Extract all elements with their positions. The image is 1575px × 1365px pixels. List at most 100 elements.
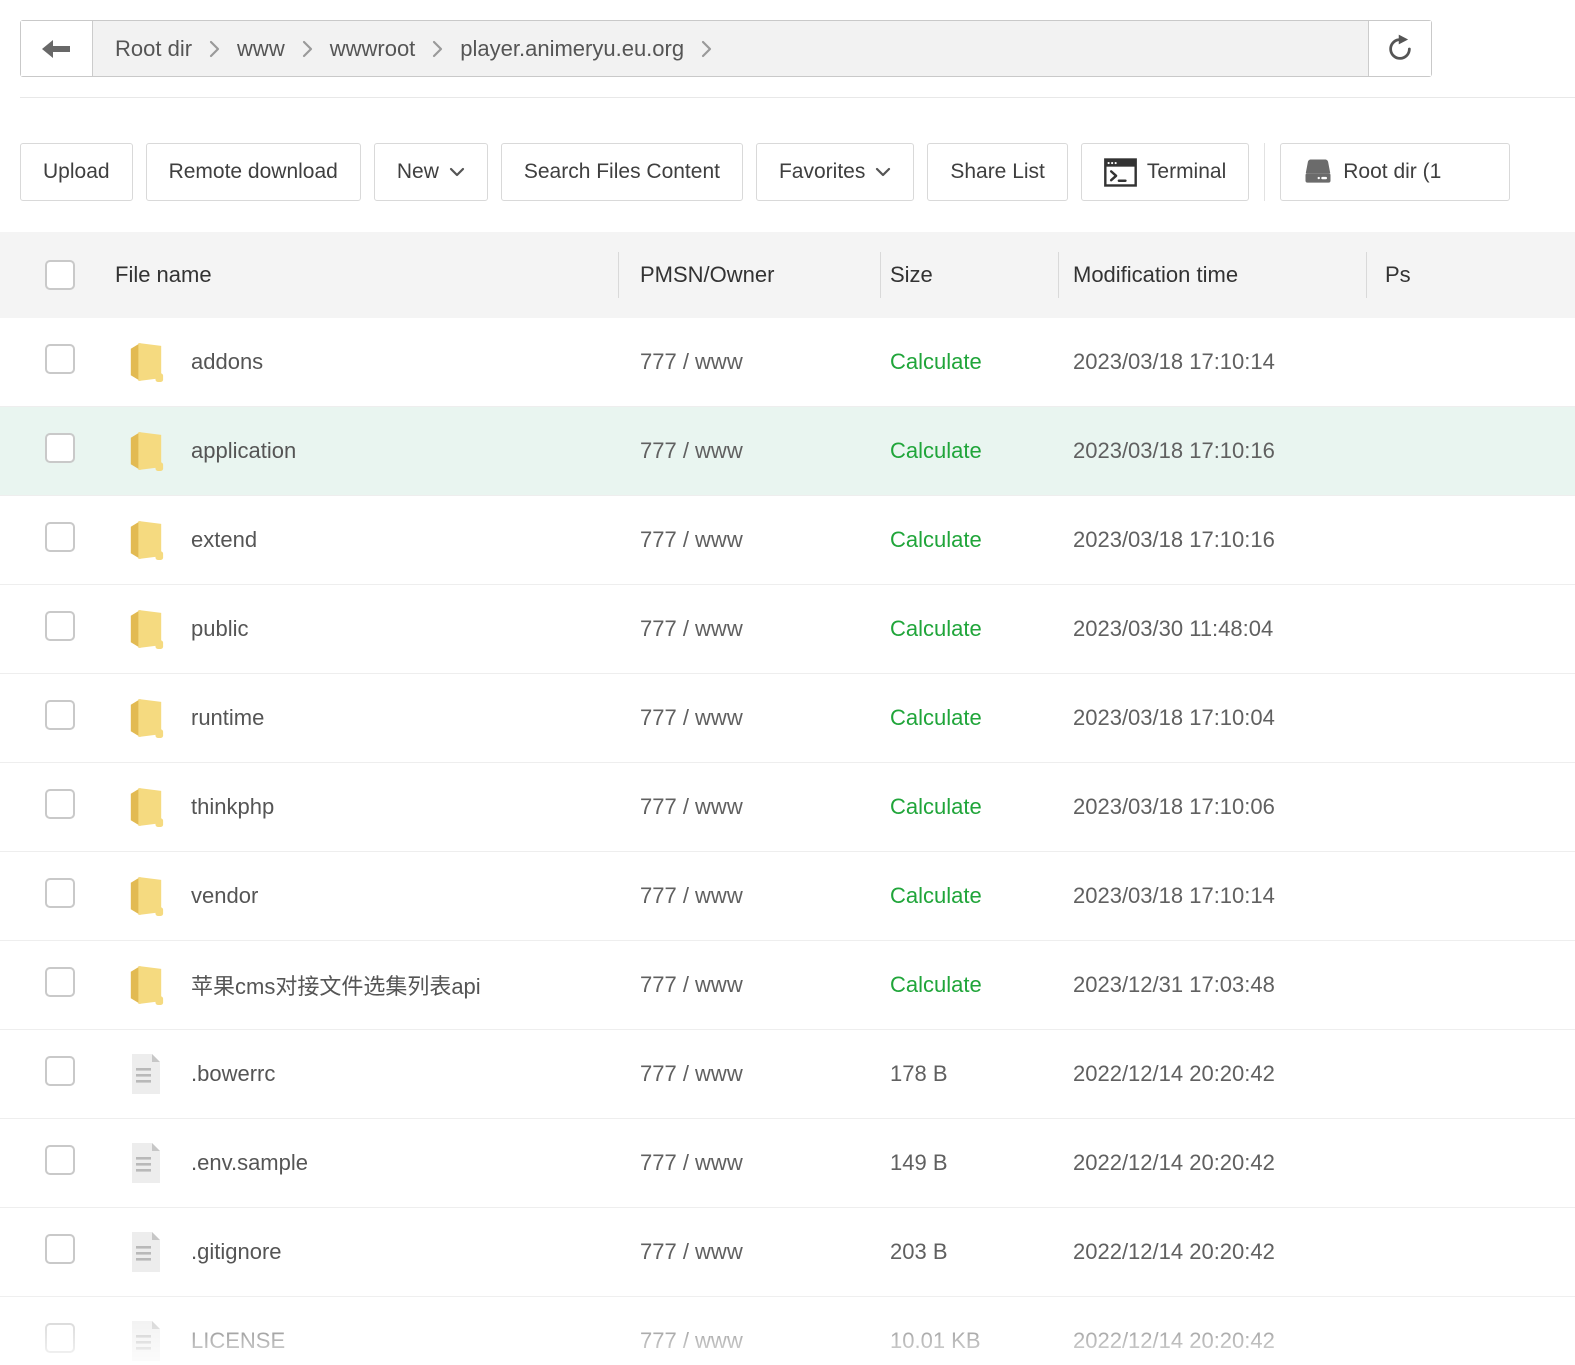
- search-files-content-label: Search Files Content: [524, 160, 720, 184]
- breadcrumb-item[interactable]: www: [237, 36, 285, 62]
- pmsn-owner-value: 777 / www: [618, 705, 880, 731]
- breadcrumb-item[interactable]: player.animeryu.eu.org: [460, 36, 684, 62]
- modification-time-value: 2023/12/31 17:03:48: [1058, 972, 1366, 998]
- row-checkbox[interactable]: [45, 522, 75, 552]
- chevron-down-icon: [449, 167, 465, 177]
- table-row[interactable]: .bowerrc 777 / www 178 B 2022/12/14 20:2…: [0, 1030, 1575, 1119]
- breadcrumb-item[interactable]: wwwroot: [330, 36, 416, 62]
- table-row[interactable]: addons 777 / www Calculate 2023/03/18 17…: [0, 318, 1575, 407]
- pmsn-owner-value: 777 / www: [618, 1061, 880, 1087]
- modification-time-value: 2022/12/14 20:20:42: [1058, 1150, 1366, 1176]
- calculate-size-link[interactable]: Calculate: [890, 616, 982, 641]
- table-row[interactable]: thinkphp 777 / www Calculate 2023/03/18 …: [0, 763, 1575, 852]
- file-name-link[interactable]: .bowerrc: [191, 1061, 275, 1087]
- table-row[interactable]: 苹果cms对接文件选集列表api 777 / www Calculate 202…: [0, 941, 1575, 1030]
- new-button[interactable]: New: [374, 143, 488, 201]
- folder-icon: [127, 696, 165, 740]
- file-table-body: addons 777 / www Calculate 2023/03/18 17…: [0, 318, 1575, 1365]
- table-row[interactable]: LICENSE 777 / www 10.01 KB 2022/12/14 20…: [0, 1297, 1575, 1365]
- remote-download-button[interactable]: Remote download: [146, 143, 361, 201]
- calculate-size-link[interactable]: Calculate: [890, 438, 982, 463]
- row-checkbox[interactable]: [45, 789, 75, 819]
- file-name-link[interactable]: thinkphp: [191, 794, 274, 820]
- modification-time-value: 2023/03/18 17:10:14: [1058, 349, 1366, 375]
- file-name-link[interactable]: addons: [191, 349, 263, 375]
- toolbar-divider: [1264, 143, 1265, 201]
- file-type-icon-slot: [127, 1142, 165, 1184]
- table-row[interactable]: .gitignore 777 / www 203 B 2022/12/14 20…: [0, 1208, 1575, 1297]
- table-row[interactable]: public 777 / www Calculate 2023/03/30 11…: [0, 585, 1575, 674]
- row-checkbox[interactable]: [45, 1056, 75, 1086]
- favorites-button[interactable]: Favorites: [756, 143, 914, 201]
- header-separator: [20, 97, 1575, 98]
- table-row[interactable]: extend 777 / www Calculate 2023/03/18 17…: [0, 496, 1575, 585]
- calculate-size-link[interactable]: Calculate: [890, 349, 982, 374]
- breadcrumb: Root dir www wwwroot player.animeryu.eu.…: [93, 21, 1368, 76]
- column-header-size[interactable]: Size: [880, 232, 1058, 318]
- modification-time-value: 2023/03/18 17:10:06: [1058, 794, 1366, 820]
- breadcrumb-item[interactable]: Root dir: [115, 36, 192, 62]
- file-name-link[interactable]: vendor: [191, 883, 258, 909]
- file-icon: [129, 1142, 163, 1184]
- folder-icon: [127, 340, 165, 384]
- file-type-icon-slot: [127, 963, 165, 1007]
- chevron-right-icon: [209, 40, 220, 58]
- file-icon: [129, 1320, 163, 1362]
- calculate-size-link[interactable]: Calculate: [890, 972, 982, 997]
- back-arrow-icon: [41, 37, 73, 61]
- row-checkbox[interactable]: [45, 344, 75, 374]
- row-checkbox[interactable]: [45, 878, 75, 908]
- table-row[interactable]: application 777 / www Calculate 2023/03/…: [0, 407, 1575, 496]
- row-checkbox[interactable]: [45, 1323, 75, 1353]
- file-name-link[interactable]: runtime: [191, 705, 264, 731]
- file-type-icon-slot: [127, 785, 165, 829]
- search-files-content-button[interactable]: Search Files Content: [501, 143, 743, 201]
- column-header-file-name[interactable]: File name: [115, 232, 618, 318]
- file-name-link[interactable]: extend: [191, 527, 257, 553]
- row-checkbox[interactable]: [45, 967, 75, 997]
- row-checkbox[interactable]: [45, 1234, 75, 1264]
- calculate-size-link[interactable]: Calculate: [890, 883, 982, 908]
- pmsn-owner-value: 777 / www: [618, 349, 880, 375]
- chevron-right-icon: [432, 40, 443, 58]
- file-name-link[interactable]: application: [191, 438, 296, 464]
- select-all-checkbox[interactable]: [45, 260, 75, 290]
- file-table-header: File name PMSN/Owner Size Modification t…: [0, 232, 1575, 318]
- table-row[interactable]: vendor 777 / www Calculate 2023/03/18 17…: [0, 852, 1575, 941]
- file-name-link[interactable]: LICENSE: [191, 1328, 285, 1354]
- upload-label: Upload: [43, 160, 110, 184]
- file-name-link[interactable]: .gitignore: [191, 1239, 282, 1265]
- terminal-label: Terminal: [1147, 160, 1226, 184]
- file-type-icon-slot: [127, 1053, 165, 1095]
- column-header-pmsn-owner[interactable]: PMSN/Owner: [618, 232, 880, 318]
- root-dir-button[interactable]: Root dir (1: [1280, 143, 1510, 201]
- file-name-link[interactable]: .env.sample: [191, 1150, 308, 1176]
- row-checkbox[interactable]: [45, 1145, 75, 1175]
- row-checkbox[interactable]: [45, 433, 75, 463]
- refresh-button[interactable]: [1368, 21, 1431, 76]
- size-value: 203 B: [890, 1239, 948, 1264]
- calculate-size-link[interactable]: Calculate: [890, 705, 982, 730]
- toolbar: Upload Remote download New Search Files …: [20, 143, 1575, 201]
- column-header-ps[interactable]: Ps: [1366, 232, 1575, 318]
- row-checkbox[interactable]: [45, 700, 75, 730]
- file-type-icon-slot: [127, 874, 165, 918]
- file-name-link[interactable]: public: [191, 616, 248, 642]
- folder-icon: [127, 607, 165, 651]
- modification-time-value: 2023/03/30 11:48:04: [1058, 616, 1366, 642]
- table-row[interactable]: runtime 777 / www Calculate 2023/03/18 1…: [0, 674, 1575, 763]
- back-button[interactable]: [21, 21, 93, 76]
- folder-icon: [127, 874, 165, 918]
- calculate-size-link[interactable]: Calculate: [890, 527, 982, 552]
- terminal-button[interactable]: Terminal: [1081, 143, 1249, 201]
- row-checkbox[interactable]: [45, 611, 75, 641]
- file-name-link[interactable]: 苹果cms对接文件选集列表api: [191, 969, 481, 1001]
- modification-time-value: 2023/03/18 17:10:16: [1058, 527, 1366, 553]
- share-list-button[interactable]: Share List: [927, 143, 1068, 201]
- modification-time-value: 2022/12/14 20:20:42: [1058, 1061, 1366, 1087]
- favorites-label: Favorites: [779, 160, 865, 184]
- column-header-modification-time[interactable]: Modification time: [1058, 232, 1366, 318]
- calculate-size-link[interactable]: Calculate: [890, 794, 982, 819]
- table-row[interactable]: .env.sample 777 / www 149 B 2022/12/14 2…: [0, 1119, 1575, 1208]
- upload-button[interactable]: Upload: [20, 143, 133, 201]
